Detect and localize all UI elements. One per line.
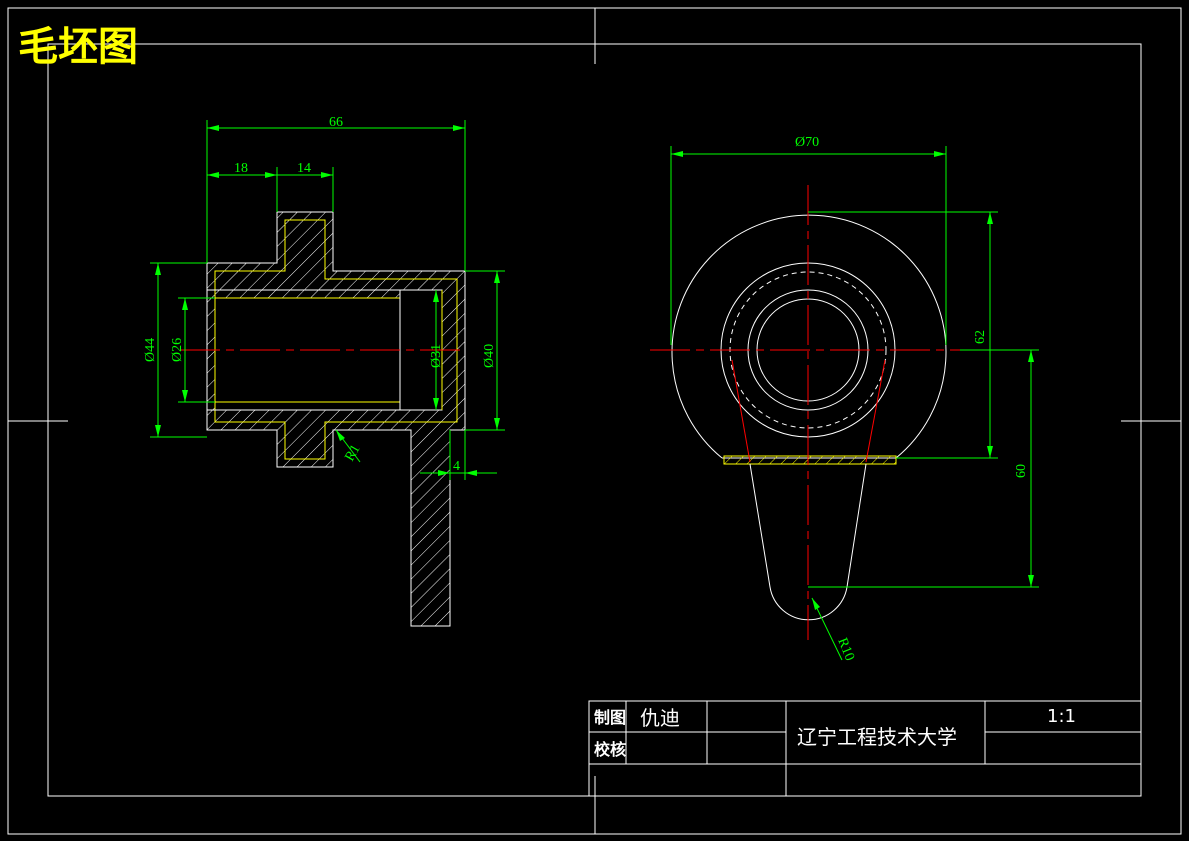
dim-bore-dia: Ø26 — [170, 338, 185, 362]
dim-lug-thickness: 4 — [453, 459, 460, 474]
dim-step1: 18 — [234, 161, 248, 176]
title-block: 制图 仇迪 校核 辽宁工程技术大学 1:1 — [588, 700, 1142, 797]
drafter-name: 仇迪 — [640, 706, 680, 730]
drawing-title: 毛坯图 — [18, 23, 138, 70]
check-label: 校核 — [594, 740, 626, 759]
organization-name: 辽宁工程技术大学 — [797, 725, 957, 749]
drawing-sheet: 毛坯图 66 18 14 Ø44 Ø26 Ø31 Ø40 R1 4 Ø70 62… — [7, 7, 1182, 835]
scale-value: 1:1 — [1047, 706, 1076, 727]
dim-end-radius: R10 — [834, 636, 857, 663]
draw-label: 制图 — [594, 708, 626, 727]
dim-step2: 14 — [297, 161, 311, 176]
dim-height-lower: 60 — [1014, 464, 1029, 478]
dim-right-outer-dia: Ø70 — [795, 135, 819, 150]
dim-counterbore-dia: Ø31 — [429, 344, 444, 368]
right-dimensions: Ø70 62 60 R10 — [670, 135, 1039, 663]
dim-height-upper: 62 — [973, 330, 988, 344]
dim-outer-dia: Ø44 — [143, 338, 158, 362]
dim-fillet-radius: R1 — [342, 442, 363, 464]
dim-overall-length: 66 — [329, 115, 343, 130]
dim-flange-dia: Ø40 — [482, 344, 497, 368]
right-end-view — [650, 185, 960, 640]
left-section-view — [180, 211, 466, 627]
